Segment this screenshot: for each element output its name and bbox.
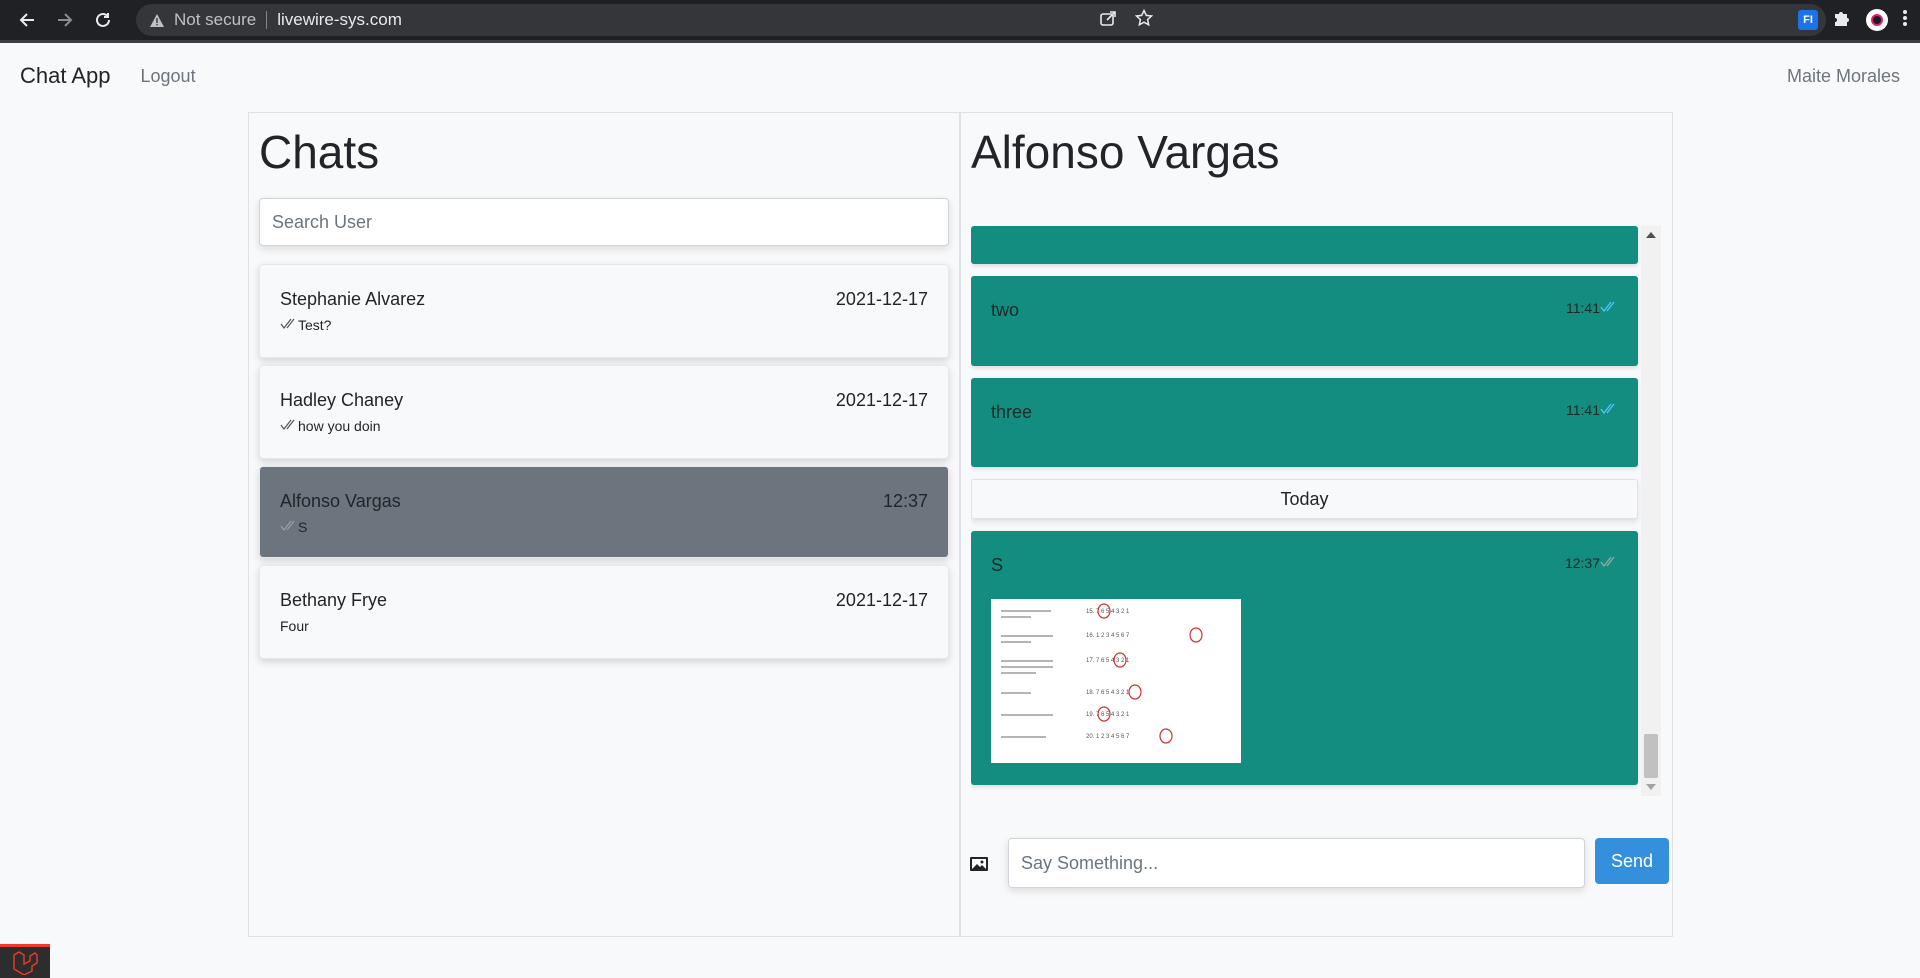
double-check-icon [280,317,298,333]
chat-item-alfonso-vargas[interactable]: Alfonso Vargas 12:37 S [259,466,949,558]
chats-panel: Chats Stephanie Alvarez 2021-12-17 Test?… [248,112,960,937]
chat-item-time: 2021-12-17 [835,590,928,610]
double-check-icon [1600,300,1618,316]
message-field[interactable] [1008,838,1585,888]
svg-text:17. 7 6 5 4 3: 17. 7 6 5 4 3 2 1 [1086,658,1130,664]
search-user-input[interactable] [270,210,938,234]
chat-list: Stephanie Alvarez 2021-12-17 Test? Hadle… [259,264,949,666]
day-separator: Today [971,479,1638,519]
fi-extension-icon[interactable]: FI [1798,10,1818,30]
message-text: S [991,555,1004,575]
bookmark-star-icon[interactable] [1134,8,1154,32]
chat-item-time: 2021-12-17 [835,289,928,309]
message-text: three [991,402,1033,422]
message-bubble: S 12:37 15. 7 6 5 4 3 2 1 16. 1 2 3 4 5 … [971,531,1638,785]
puzzle-extensions-icon[interactable] [1832,8,1852,33]
chat-item-time: 2021-12-17 [835,390,928,410]
double-check-icon [1600,555,1618,571]
scrollbar-thumb[interactable] [1644,734,1658,778]
chat-item-preview-text: Four [280,618,309,634]
share-icon[interactable] [1099,9,1117,32]
scroll-down-icon[interactable] [1646,784,1656,790]
message-bubble: two 11:41 [971,276,1638,366]
conversation-title: Alfonso Vargas [971,126,1280,178]
message-scrollbar[interactable] [1641,226,1661,796]
message-time: 12:37 [1564,555,1600,571]
current-user-name[interactable]: Maite Morales [1787,66,1900,87]
message-list: two 11:41 three 11:41 Today S 12:37 15. … [971,226,1638,796]
chat-item-hadley-chaney[interactable]: Hadley Chaney 2021-12-17 how you doin [259,365,949,459]
conversation-panel: Alfonso Vargas two 11:41 three 11:41 Tod… [960,112,1673,937]
message-meta: 12:37 [1565,555,1618,571]
browser-toolbar: Not secure livewire-sys.com FI [0,0,1920,43]
profile-avatar-icon[interactable] [1866,9,1888,31]
chat-item-preview-text: Test? [298,317,332,333]
app-brand[interactable]: Chat App [20,63,111,89]
message-input[interactable] [1019,851,1574,875]
chat-item-name: Hadley Chaney [280,390,404,410]
message-bubble [971,226,1638,264]
svg-text:15. 7 6 5 4 3: 15. 7 6 5 4 3 2 1 [1086,609,1130,615]
browser-nav [8,1,122,39]
back-icon[interactable] [8,1,46,39]
search-user-field[interactable] [259,198,949,246]
laravel-logo-icon[interactable] [0,944,50,978]
message-meta: 11:41 [1566,402,1618,418]
message-composer: Send [969,838,1669,890]
svg-text:16. 1 2 3 4 5: 16. 1 2 3 4 5 6 7 [1086,633,1130,639]
message-scroll-area[interactable]: two 11:41 three 11:41 Today S 12:37 15. … [971,226,1661,796]
chat-item-preview-text: how you doin [298,418,381,434]
double-check-icon [1600,402,1618,418]
forward-icon[interactable] [46,1,84,39]
send-button[interactable]: Send [1595,838,1669,884]
extensions-area: FI [1798,0,1920,40]
message-time: 11:41 [1566,402,1600,418]
message-time: 11:41 [1566,300,1600,316]
image-upload-icon[interactable] [969,856,989,872]
chat-item-preview: Test? [280,317,331,333]
logout-link[interactable]: Logout [141,66,196,87]
chat-item-time: 12:37 [882,491,928,511]
svg-text:19. 7 6 5 4 3: 19. 7 6 5 4 3 2 1 [1086,712,1130,718]
app-navbar: Chat App Logout Maite Morales [0,43,1920,109]
address-divider [266,11,268,29]
chat-item-preview-text: S [298,519,308,535]
double-check-icon [280,519,298,535]
chat-item-name: Stephanie Alvarez [280,289,426,309]
chat-item-preview: Four [280,618,309,634]
svg-text:18. 7 6 5 4 3: 18. 7 6 5 4 3 2 1 [1086,690,1130,696]
svg-text:20. 1 2 3 4 5: 20. 1 2 3 4 5 6 7 [1086,734,1130,740]
url-host[interactable]: livewire-sys.com [277,10,402,30]
warning-icon[interactable] [150,13,164,27]
chat-item-bethany-frye[interactable]: Bethany Frye 2021-12-17 Four [259,565,949,659]
chat-item-preview: how you doin [280,418,381,434]
chat-item-preview: S [280,519,307,535]
chat-item-name: Alfonso Vargas [280,491,401,511]
chat-item-stephanie-alvarez[interactable]: Stephanie Alvarez 2021-12-17 Test? [259,264,949,358]
security-label[interactable]: Not secure [174,10,256,30]
chat-item-name: Bethany Frye [280,590,388,610]
message-text: two [991,300,1020,320]
double-check-icon [280,418,298,434]
message-image-thumbnail[interactable]: 15. 7 6 5 4 3 2 1 16. 1 2 3 4 5 6 7 17. … [991,599,1241,763]
message-meta: 11:41 [1566,300,1618,316]
chats-title: Chats [259,126,380,178]
scroll-up-icon[interactable] [1646,232,1656,238]
menu-dots-icon[interactable] [1902,9,1908,32]
message-bubble: three 11:41 [971,378,1638,467]
reload-icon[interactable] [84,1,122,39]
address-bar[interactable]: Not secure livewire-sys.com [136,4,1826,36]
